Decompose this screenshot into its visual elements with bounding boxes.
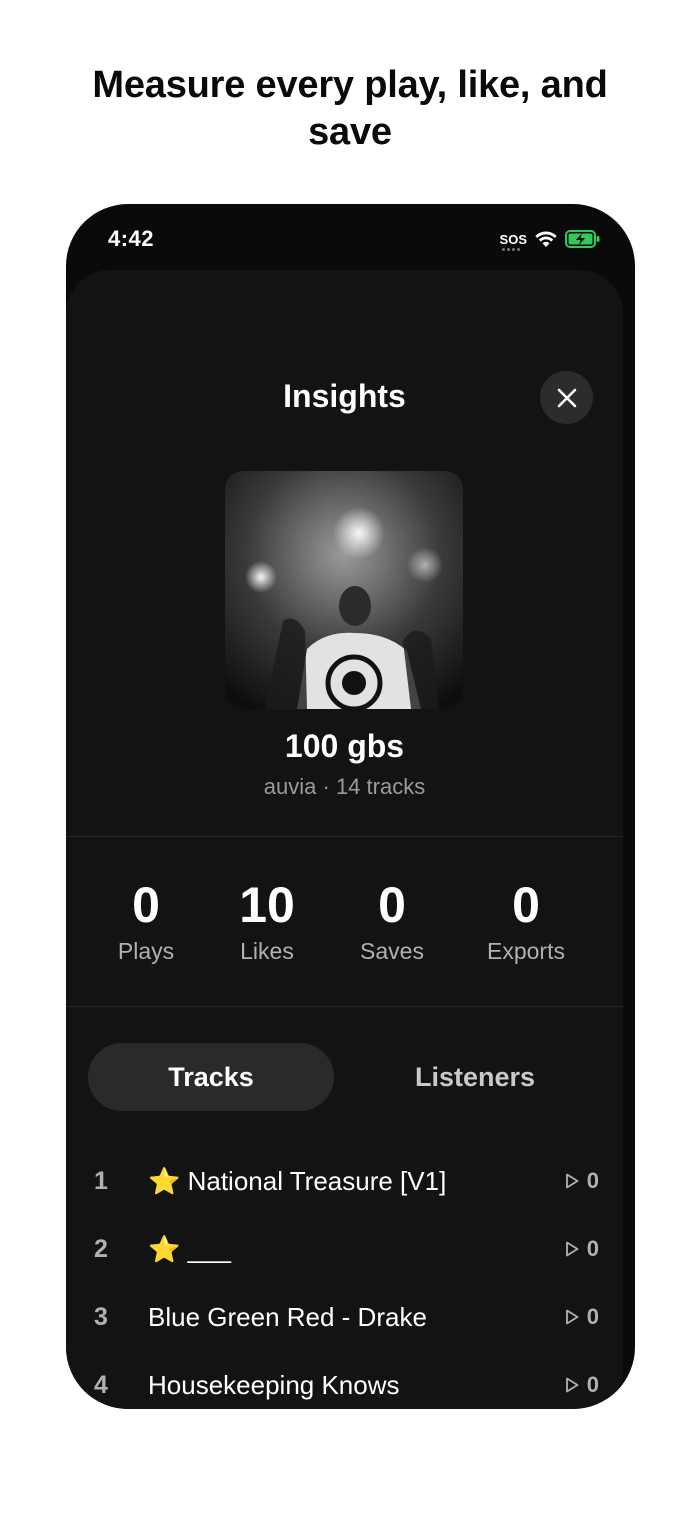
stat-likes-value: 10 — [239, 877, 295, 933]
stat-likes: 10 Likes — [217, 876, 317, 966]
track-plays-count: 0 — [586, 1168, 599, 1193]
status-icons: SOS — [499, 228, 601, 251]
play-icon — [565, 1309, 579, 1325]
track-title: Housekeeping Knows — [148, 1369, 400, 1400]
tab-listeners[interactable]: Listeners — [352, 1043, 598, 1111]
track-row[interactable]: 1 ⭐ National Treasure [V1] 0 — [66, 1159, 623, 1203]
stat-exports-label: Exports — [487, 938, 565, 964]
track-index: 3 — [94, 1302, 108, 1331]
play-icon — [565, 1241, 579, 1257]
stat-plays: 0 Plays — [96, 876, 196, 966]
playlist-cover-image — [225, 471, 463, 709]
wifi-icon — [535, 231, 557, 247]
close-icon — [557, 388, 576, 407]
stat-exports: 0 Exports — [470, 876, 582, 966]
track-plays-count: 0 — [586, 1372, 599, 1397]
track-plays-count: 0 — [586, 1304, 599, 1329]
tab-tracks[interactable]: Tracks — [88, 1043, 334, 1111]
track-plays: 0 — [565, 1168, 599, 1194]
track-row[interactable]: 4 Housekeeping Knows 0 — [66, 1363, 623, 1407]
playlist-name: 100 gbs — [284, 728, 405, 764]
insights-sheet: Insights 100 gbs auvia · 14 tracks 0 Pla… — [66, 270, 623, 1409]
play-icon — [565, 1377, 579, 1393]
phone-frame: 4:42 SOS Insights 100 gbs auvia · 14 tra… — [66, 204, 635, 1409]
playlist-subtitle: auvia · 14 tracks — [263, 774, 426, 799]
track-index: 4 — [94, 1370, 108, 1399]
headline-line-2: save — [308, 111, 392, 153]
status-time: 4:42 — [108, 226, 155, 251]
signal-dots-icon — [501, 247, 520, 251]
track-title: ⭐ ___ — [148, 1233, 231, 1264]
track-plays: 0 — [565, 1304, 599, 1330]
track-plays: 0 — [565, 1236, 599, 1262]
stat-exports-value: 0 — [512, 877, 540, 933]
sos-label: SOS — [499, 231, 527, 247]
track-row[interactable]: 2 ⭐ ___ 0 — [66, 1227, 623, 1271]
stat-saves-value: 0 — [378, 877, 406, 933]
battery-charging-icon — [565, 230, 600, 248]
stat-plays-value: 0 — [132, 877, 160, 933]
stat-saves: 0 Saves — [340, 876, 444, 966]
track-title: Blue Green Red - Drake — [148, 1301, 427, 1332]
divider-bottom — [66, 1006, 623, 1007]
headline: Measure every play, like, and save — [0, 62, 700, 156]
headline-line-1: Measure every play, like, and — [92, 64, 608, 106]
divider-top — [66, 836, 623, 837]
stat-plays-label: Plays — [117, 938, 175, 964]
track-index: 2 — [94, 1234, 108, 1263]
stat-saves-label: Saves — [360, 938, 424, 964]
close-button[interactable] — [540, 371, 593, 424]
stat-likes-label: Likes — [240, 938, 294, 964]
track-plays-count: 0 — [586, 1236, 599, 1261]
track-index: 1 — [94, 1166, 108, 1195]
track-title: ⭐ National Treasure [V1] — [148, 1165, 447, 1196]
track-plays: 0 — [565, 1372, 599, 1398]
sos-indicator: SOS — [499, 231, 527, 251]
track-row[interactable]: 3 Blue Green Red - Drake 0 — [66, 1295, 623, 1339]
play-icon — [565, 1173, 579, 1189]
